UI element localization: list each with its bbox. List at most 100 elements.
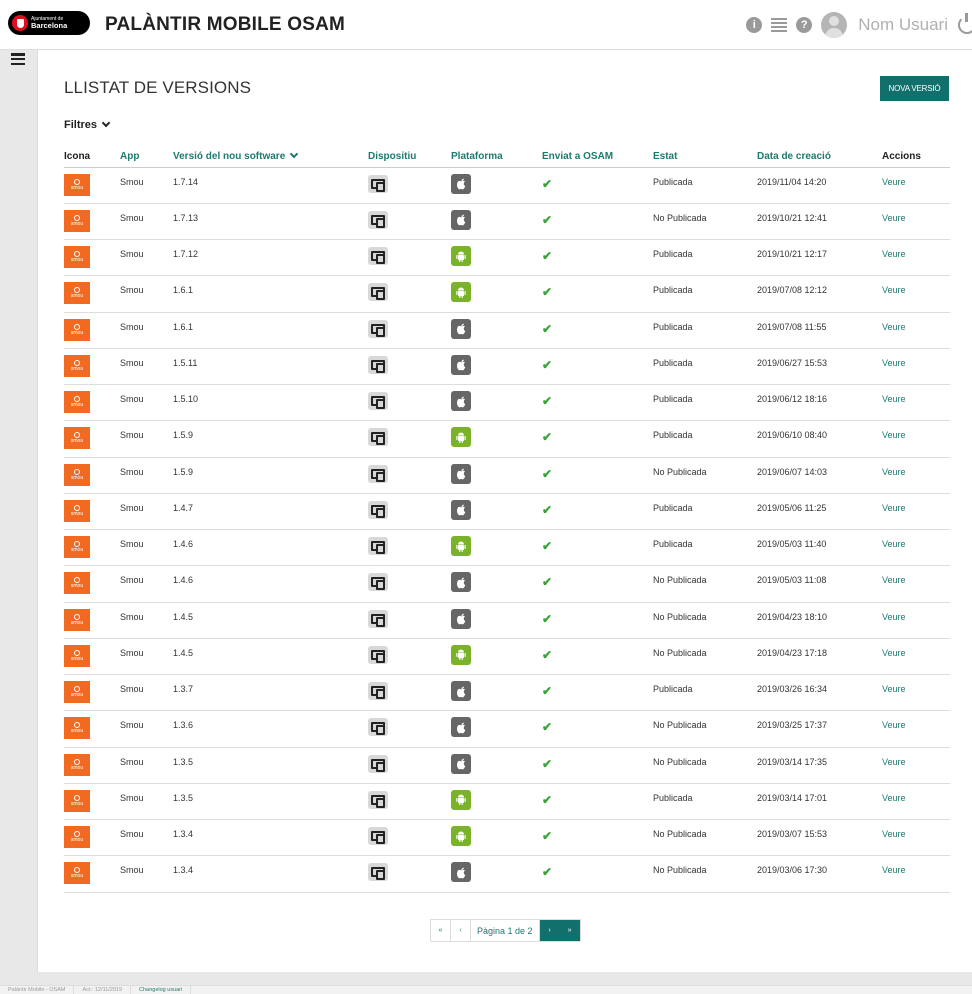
smou-app-icon: smou (64, 572, 90, 595)
app-name: Smou (120, 249, 144, 259)
app-name: Smou (120, 829, 144, 839)
version: 1.5.9 (173, 466, 194, 477)
info-icon[interactable]: i (746, 17, 763, 33)
header-date[interactable]: Data de creació (757, 147, 882, 167)
table-row: smou Smou 1.4.6 ✔ Publicada 2019/05/03 11:40 V… (64, 530, 950, 566)
tablet-phone-icon (368, 392, 388, 410)
header-status[interactable]: Estat (653, 147, 757, 167)
header-device[interactable]: Dispositiu (368, 147, 451, 167)
view-link[interactable]: Veure (882, 348, 950, 384)
apple-icon (451, 173, 471, 194)
changelog-link[interactable]: Changelog usuari (131, 985, 192, 994)
view-link[interactable]: Veure (882, 747, 950, 783)
menu-icon[interactable] (11, 53, 25, 65)
tablet-phone-icon (368, 573, 388, 592)
view-link[interactable]: Veure (882, 493, 950, 529)
creation-date: 2019/07/08 11:55 (757, 321, 827, 332)
status: Publicada (653, 285, 693, 296)
filters-toggle[interactable]: Filtres (64, 118, 111, 131)
header-version[interactable]: Versió del nou software (173, 147, 368, 167)
new-version-button[interactable]: NOVA VERSIÓ (880, 76, 949, 101)
header-icona: Icona (64, 151, 91, 163)
view-link[interactable]: Veure (882, 566, 950, 602)
top-header: Ajuntament de Barcelona PALÀNTIR MOBILE … (0, 0, 972, 50)
view-link[interactable]: Veure (882, 783, 950, 819)
last-page-button[interactable]: » (559, 920, 580, 941)
view-link[interactable]: Veure (882, 276, 950, 312)
check-icon: ✔ (542, 756, 553, 771)
table-row: smou Smou 1.5.9 ✔ No Publicada 2019/06/07 14:… (64, 457, 950, 494)
smou-app-icon: smou (64, 826, 90, 848)
table-row: smou Smou 1.6.1 ✔ Publicada 2019/07/08 12:12 V… (64, 276, 950, 312)
version: 1.3.6 (173, 720, 194, 731)
status: No Publicada (653, 212, 707, 223)
app-name: Smou (120, 792, 144, 803)
table-row: smou Smou 1.6.1 ✔ Publicada 2019/07/08 11:55 V… (64, 312, 950, 349)
smou-app-icon: smou (64, 173, 90, 196)
table-row: smou Smou 1.7.13 ✔ No Publicada 2019/10/21 12… (64, 203, 950, 240)
check-icon: ✔ (542, 720, 553, 735)
view-link[interactable]: Veure (882, 385, 950, 421)
tablet-phone-icon (368, 863, 388, 882)
avatar[interactable] (821, 12, 848, 38)
smou-app-icon: smou (64, 681, 90, 703)
header-app[interactable]: App (120, 147, 173, 167)
view-link[interactable]: Veure (882, 602, 950, 638)
version: 1.3.4 (173, 865, 194, 876)
app-name: Smou (120, 865, 144, 876)
view-link[interactable]: Veure (882, 240, 950, 276)
view-link[interactable]: Veure (882, 312, 950, 348)
table-row: smou Smou 1.3.7 ✔ Publicada 2019/03/26 16:34 V… (64, 675, 950, 711)
android-icon (451, 282, 471, 303)
status: No Publicada (653, 720, 707, 731)
smou-app-icon: smou (64, 499, 90, 522)
first-page-button[interactable]: « (431, 920, 451, 941)
smou-app-icon: smou (64, 318, 90, 341)
list-icon[interactable] (771, 18, 788, 32)
smou-app-icon: smou (64, 753, 90, 776)
header-platform[interactable]: Plataforma (451, 147, 542, 167)
view-link[interactable]: Veure (882, 167, 950, 203)
user-name[interactable]: Nom Usuari (858, 15, 948, 35)
version: 1.7.13 (173, 212, 199, 223)
apple-icon (451, 391, 471, 411)
barcelona-shield-icon (12, 15, 28, 31)
view-link[interactable]: Veure (882, 203, 950, 239)
creation-date: 2019/04/23 18:10 (757, 611, 828, 622)
smou-app-icon: smou (64, 427, 90, 450)
app-name: Smou (120, 575, 144, 586)
prev-page-button[interactable]: ‹ (451, 920, 471, 941)
tablet-phone-icon (368, 283, 388, 302)
view-link[interactable]: Veure (882, 711, 950, 747)
header-sent[interactable]: Enviat a OSAM (542, 147, 653, 167)
apple-icon (451, 318, 471, 339)
smou-app-icon: smou (64, 209, 90, 232)
view-link[interactable]: Veure (882, 675, 950, 711)
app-name: Smou (120, 357, 144, 368)
view-link[interactable]: Veure (882, 856, 950, 892)
table-row: smou Smou 1.4.6 ✔ No Publicada 2019/05/03 11:… (64, 566, 950, 602)
footer: Palàntir Mobile - OSAM Act.: 12/11/2019 … (0, 985, 972, 994)
apple-icon (451, 572, 471, 593)
next-page-button[interactable]: › (539, 920, 560, 941)
check-icon: ✔ (542, 285, 553, 300)
view-link[interactable]: Veure (882, 638, 950, 674)
view-link[interactable]: Veure (882, 421, 950, 457)
status: No Publicada (653, 611, 707, 622)
barcelona-logo[interactable]: Ajuntament de Barcelona (8, 11, 90, 35)
creation-date: 2019/03/14 17:35 (757, 756, 828, 767)
power-icon[interactable] (958, 13, 972, 34)
version: 1.4.6 (173, 539, 194, 549)
version: 1.5.10 (173, 394, 199, 404)
tablet-phone-icon (368, 645, 388, 664)
app-name: Smou (120, 285, 144, 296)
table-row: smou Smou 1.3.6 ✔ No Publicada 2019/03/25 17:… (64, 711, 950, 747)
creation-date: 2019/03/26 16:34 (757, 684, 828, 694)
app-name: Smou (120, 394, 144, 404)
smou-app-icon: smou (64, 644, 90, 667)
help-icon[interactable]: ? (796, 17, 813, 33)
status: No Publicada (653, 647, 707, 658)
view-link[interactable]: Veure (882, 820, 950, 856)
view-link[interactable]: Veure (882, 530, 950, 566)
view-link[interactable]: Veure (882, 457, 950, 493)
